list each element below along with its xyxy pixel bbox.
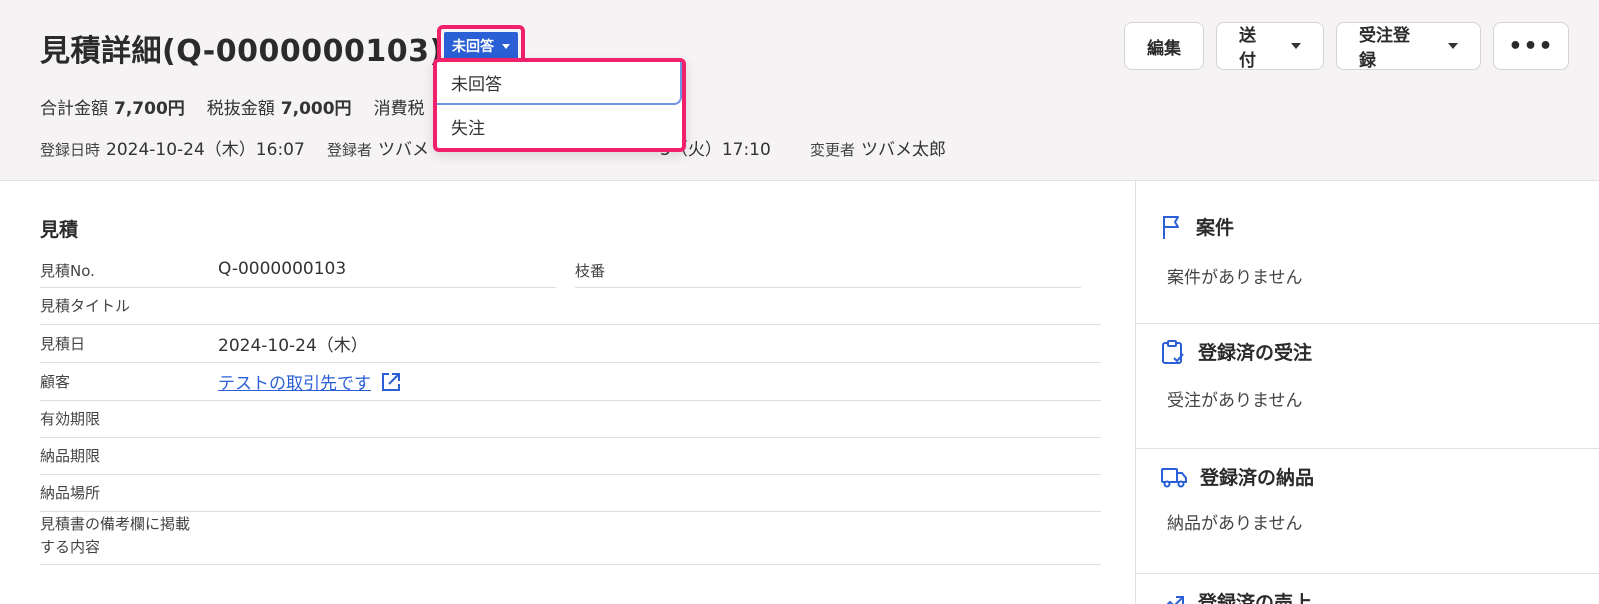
external-link-icon[interactable] xyxy=(380,371,402,393)
status-option-unanswered[interactable]: 未回答 xyxy=(437,62,682,105)
status-option-lost[interactable]: 失注 xyxy=(437,105,682,148)
customer-link[interactable]: テストの取引先です xyxy=(218,374,371,394)
created-by: 登録者 ツバメ xyxy=(327,135,429,160)
status-label: 未回答 xyxy=(452,39,494,55)
updated-by: 変更者 ツバメ太郎 xyxy=(810,135,946,160)
section-title: 見積 xyxy=(40,219,79,241)
edit-button[interactable]: 編集 xyxy=(1124,22,1204,70)
field-label: 納品場所 xyxy=(40,484,101,502)
side-heading: 登録済の納品 xyxy=(1160,463,1314,490)
more-icon: ••• xyxy=(1508,33,1554,59)
field-validity: 有効期限 xyxy=(40,401,1101,438)
side-empty-text: 案件がありません xyxy=(1167,268,1303,288)
field-label: 有効期限 xyxy=(40,410,101,428)
field-estimate-date: 見積日 2024-10-24（木） xyxy=(40,325,1101,363)
chevron-down-icon xyxy=(1291,43,1301,49)
side-heading-label: 登録済の納品 xyxy=(1200,467,1315,489)
side-empty-text: 受注がありません xyxy=(1167,391,1303,411)
side-heading: 登録済の受注 xyxy=(1160,338,1312,365)
side-section-orders: 登録済の受注 受注がありません xyxy=(1136,324,1599,449)
field-label: 枝番 xyxy=(575,262,606,280)
customer-link-wrap: テストの取引先です xyxy=(218,369,402,394)
chevron-down-icon xyxy=(1448,43,1458,49)
amount-summary: 合計金額 7,700円 税抜金額 7,000円 消費税 xyxy=(40,94,425,119)
status-dropdown-button[interactable]: 未回答 xyxy=(444,32,518,60)
estimate-section: 見積 見積No. Q-0000000103 枝番 見積タイトル 見積日 2024… xyxy=(8,181,1135,604)
field-label: 顧客 xyxy=(40,373,71,391)
subtotal-amount-label: 税抜金額 xyxy=(206,99,275,119)
updated-by-label: 変更者 xyxy=(810,141,856,159)
created-at-value: 2024-10-24（木）16:07 xyxy=(106,140,305,160)
more-options-button[interactable]: ••• xyxy=(1493,22,1569,70)
side-heading-label: 登録済の受注 xyxy=(1198,342,1313,364)
tax-amount: 消費税 xyxy=(374,94,425,119)
flag-icon xyxy=(1163,215,1179,239)
page-title: 見積詳細(Q-0000000103) xyxy=(40,34,444,69)
side-section-deliveries: 登録済の納品 納品がありません xyxy=(1136,449,1599,574)
side-heading-label: 案件 xyxy=(1196,217,1235,239)
side-heading: 案件 xyxy=(1160,213,1234,240)
created-at-label: 登録日時 xyxy=(40,141,101,159)
field-label: 見積書の備考欄に掲載 xyxy=(40,515,191,533)
trend-up-icon xyxy=(1166,595,1184,604)
subtotal-amount: 税抜金額 7,000円 xyxy=(207,94,352,119)
field-delivery-place: 納品場所 xyxy=(40,475,1101,512)
tax-amount-label: 消費税 xyxy=(373,99,425,119)
side-empty-text: 納品がありません xyxy=(1167,514,1303,534)
field-branch-no: 枝番 xyxy=(575,256,1081,288)
field-label: 見積No. xyxy=(40,262,95,280)
order-register-button-label: 受注登録 xyxy=(1359,26,1410,71)
field-value: Q-0000000103 xyxy=(218,259,347,279)
total-amount-value: 7,700円 xyxy=(114,99,185,119)
chevron-down-icon xyxy=(502,43,510,49)
header-actions: 編集 送付 受注登録 ••• xyxy=(1124,22,1569,71)
created-by-value: ツバメ xyxy=(378,140,430,160)
field-label: 納品期限 xyxy=(40,447,101,465)
truck-icon xyxy=(1161,467,1187,487)
field-remarks: 見積書の備考欄に掲載 する内容 xyxy=(40,512,1101,565)
send-button-label: 送付 xyxy=(1239,26,1256,71)
field-estimate-title: 見積タイトル xyxy=(40,288,1101,325)
side-section-project: 案件 案件がありません xyxy=(1136,181,1599,324)
send-button[interactable]: 送付 xyxy=(1216,22,1324,71)
edit-button-label: 編集 xyxy=(1147,38,1181,59)
field-delivery-deadline: 納品期限 xyxy=(40,438,1101,475)
field-label: 見積日 xyxy=(40,335,86,353)
subtotal-amount-value: 7,000円 xyxy=(280,99,352,119)
status-dropdown-menu: 未回答 失注 xyxy=(433,58,686,152)
side-heading-label: 登録済の売上 xyxy=(1198,592,1313,604)
total-amount: 合計金額 7,700円 xyxy=(40,94,185,119)
side-heading: 登録済の売上 xyxy=(1160,588,1312,604)
order-register-button[interactable]: 受注登録 xyxy=(1336,22,1481,71)
field-estimate-no: 見積No. Q-0000000103 xyxy=(40,256,556,288)
field-label: 見積タイトル xyxy=(40,297,131,315)
total-amount-label: 合計金額 xyxy=(40,99,108,119)
clipboard-check-icon xyxy=(1162,339,1184,364)
side-section-sales: 登録済の売上 xyxy=(1136,574,1599,604)
updated-by-value: ツバメ太郎 xyxy=(861,140,947,160)
field-label: する内容 xyxy=(40,538,101,556)
field-value: 2024-10-24（木） xyxy=(218,336,368,356)
created-at: 登録日時 2024-10-24（木）16:07 xyxy=(40,135,305,160)
created-by-label: 登録者 xyxy=(327,141,373,159)
field-customer: 顧客 テストの取引先です xyxy=(40,363,1101,401)
page-header: 見積詳細(Q-0000000103) 未回答 合計金額 7,700円 税抜金額 7,… xyxy=(0,0,1599,181)
